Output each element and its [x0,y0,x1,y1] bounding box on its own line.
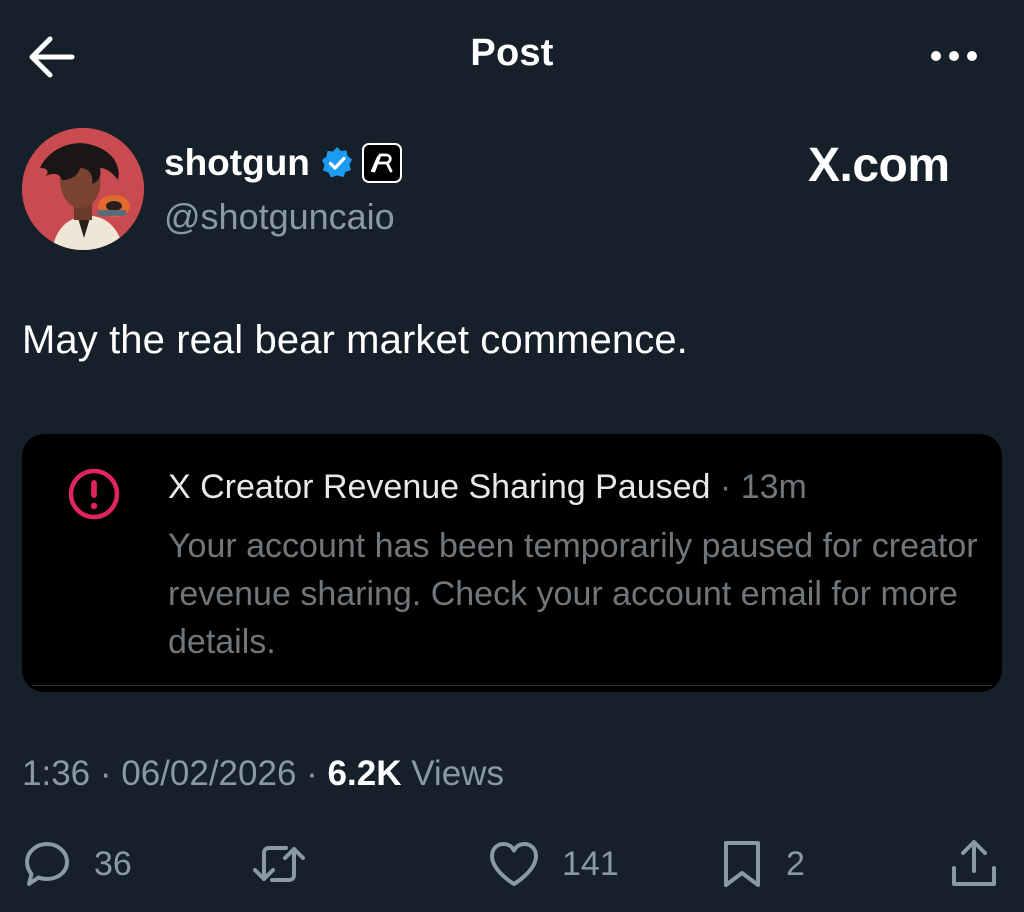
more-options-button[interactable] [926,42,982,70]
post-time[interactable]: 1:36 [22,754,90,793]
share-button[interactable] [948,838,1000,890]
site-watermark: X.com [808,139,950,192]
views-count[interactable]: 6.2K [328,754,402,793]
avatar[interactable] [22,128,144,250]
embedded-notification-card[interactable]: X Creator Revenue Sharing Paused · 13m Y… [22,434,1002,692]
more-dots-icon [931,51,977,61]
author-name-row[interactable]: shotgun [164,142,402,184]
notification-title: X Creator Revenue Sharing Paused [168,468,711,506]
avatar-illustration [22,128,144,250]
bookmark-count: 2 [786,844,805,883]
notification-title-line: X Creator Revenue Sharing Paused · 13m [168,468,807,507]
share-icon [952,840,996,886]
bookmark-icon [724,841,760,887]
notification-time: 13m [740,468,807,506]
top-bar: Post [0,0,1024,116]
like-button[interactable]: 141 [488,838,619,890]
card-divider [32,685,992,686]
notification-body: Your account has been temporarily paused… [168,527,978,661]
like-icon [490,842,538,886]
verified-icon [321,147,352,178]
reply-count: 36 [94,844,132,883]
repost-button[interactable] [250,838,308,890]
post-meta: 1:36 · 06/02/2026 · 6.2K Views [22,754,504,794]
meta-separator: · [306,754,318,793]
bookmark-button[interactable]: 2 [720,838,805,890]
author-display-name[interactable]: shotgun [164,142,310,184]
post-text: May the real bear market commence. [22,318,688,362]
meta-separator: · [99,754,112,793]
repost-icon [253,846,305,882]
reply-button[interactable]: 36 [22,838,132,890]
notification-separator: · [719,468,732,506]
author-handle[interactable]: @shotguncaio [164,196,395,238]
affiliate-badge[interactable] [361,143,402,183]
post-date[interactable]: 06/02/2026 [121,754,296,793]
like-count: 141 [562,844,619,883]
views-label: Views [411,754,504,793]
affiliate-logo-icon [370,153,393,173]
post-detail-page: Post shotgun @shotguncaio X.com May the … [0,0,1024,912]
reply-icon [25,842,69,886]
alert-circle-icon [68,468,120,520]
page-title: Post [470,32,554,74]
